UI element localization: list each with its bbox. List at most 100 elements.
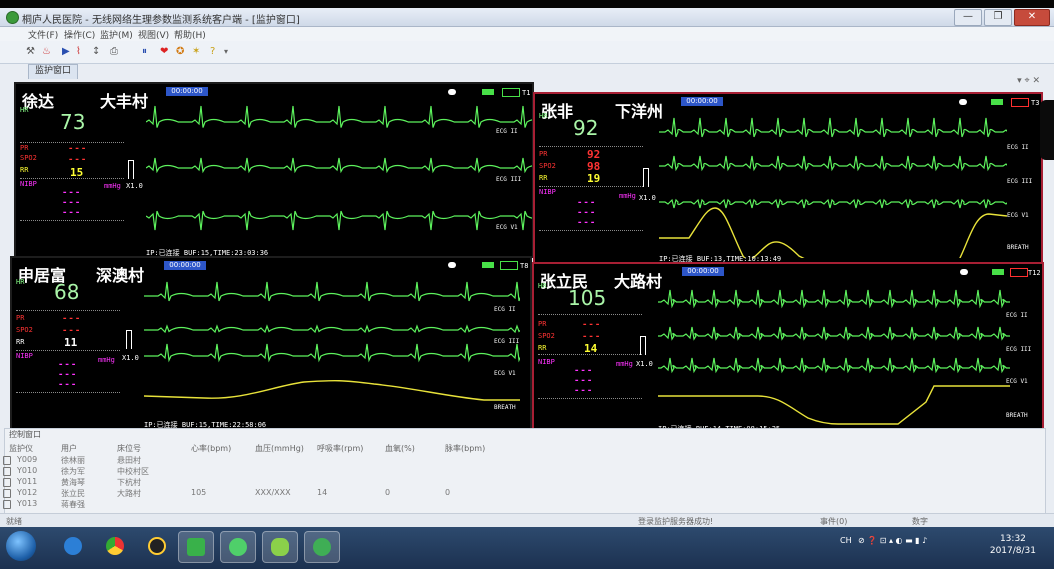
qq-task[interactable]: [140, 531, 174, 561]
menu-operate[interactable]: 操作(C): [64, 28, 95, 41]
app-task-4[interactable]: [304, 531, 340, 563]
menu-monitor[interactable]: 监护(M): [100, 28, 133, 41]
table-cell[interactable]: Y013: [17, 499, 37, 508]
start-button[interactable]: [6, 531, 36, 561]
print-icon[interactable]: ⎙: [110, 46, 118, 58]
close-button[interactable]: ✕: [1014, 9, 1050, 26]
spo2-label: SPO2: [16, 326, 33, 334]
menu-help[interactable]: 帮助(H): [174, 28, 206, 41]
table-cell[interactable]: Y012: [17, 488, 37, 497]
pause-icon[interactable]: ⏸: [142, 46, 147, 58]
hr-label: HR: [20, 106, 29, 114]
battery-icon: [502, 88, 520, 97]
table-cell[interactable]: 大路村: [117, 488, 141, 499]
menu-file[interactable]: 文件(F): [28, 28, 58, 41]
ecg-ii-wave: [659, 117, 1007, 138]
spo2-label: SPO2: [538, 332, 555, 340]
menu-view[interactable]: 视图(V): [138, 28, 169, 41]
nibp-systolic: ---: [577, 198, 597, 208]
table-cell[interactable]: 0: [385, 488, 390, 497]
col-heart-rate[interactable]: 心率(bpm): [191, 443, 231, 454]
app-task-2[interactable]: [220, 531, 256, 563]
heart-icon[interactable]: ❤: [160, 46, 168, 58]
rr-label: RR: [20, 166, 29, 174]
lead-label-ecg3: ECG III: [1006, 346, 1032, 353]
window-title: 桐庐人民医院 - 无线网络生理参数监测系统客户端 - [监护窗口]: [22, 15, 300, 26]
mmhg-unit: mmHg: [104, 182, 121, 190]
table-cell[interactable]: XXX/XXX: [255, 488, 291, 497]
tools-icon[interactable]: ⚒: [26, 46, 35, 58]
col-pulse-rate[interactable]: 脉率(bpm): [445, 443, 485, 454]
pin-icon[interactable]: ▾ ⌖ ✕: [1017, 76, 1040, 86]
table-cell[interactable]: Y009: [17, 455, 37, 464]
ecg-scale: X1.0: [636, 360, 653, 368]
lead-label-ecg2: ECG II: [494, 306, 516, 313]
star-icon[interactable]: ✪: [176, 46, 184, 58]
app-task-3[interactable]: [262, 531, 298, 563]
tray-icons[interactable]: ⊘ ❓ ⊡ ▴ ◐ ▬ ▮ ♪: [858, 536, 927, 545]
nibp-diastolic: ---: [574, 376, 594, 386]
separator: [538, 398, 642, 399]
ecg-scale-bar: [126, 330, 132, 349]
table-cell[interactable]: 徐为军: [61, 466, 85, 477]
mmhg-unit: mmHg: [98, 356, 115, 364]
minimize-button[interactable]: —: [954, 9, 982, 26]
scale-icon[interactable]: ↕: [92, 46, 100, 58]
separator: [538, 354, 642, 355]
pr-value: ---: [582, 320, 602, 330]
tab-monitor-window[interactable]: 监护窗口: [28, 64, 79, 79]
control-window: 控制窗口 监护仪 用户 床位号 心率(bpm) 血压(mmHg) 呼吸率(rpm…: [3, 428, 1046, 516]
monitor-panel-4[interactable]: 张立民 大路村 00:00:00 T12 HR 105 PR --- SPO2 …: [532, 262, 1044, 438]
monitor-panel-3[interactable]: 申居富 深澳村 00:00:00 T8 HR 68 PR --- SPO2 --…: [10, 256, 532, 432]
control-window-title: 控制窗口: [9, 430, 41, 439]
hr-value: 73: [60, 110, 86, 134]
nibp-label: NIBP: [20, 180, 37, 188]
hr-value: 92: [573, 116, 599, 140]
lead-label-ecgv1: ECG V1: [496, 224, 518, 231]
table-cell[interactable]: 14: [317, 488, 327, 497]
table-cell[interactable]: 黄海琴: [61, 477, 85, 488]
table-cell[interactable]: 中校村区: [117, 466, 149, 477]
language-indicator[interactable]: CH: [840, 536, 852, 545]
col-monitor[interactable]: 监护仪: [9, 443, 33, 454]
ecg-v1-wave: [146, 210, 532, 231]
nibp-label: NIBP: [539, 188, 556, 196]
monitor-device-icon: [3, 478, 11, 487]
media-player-task[interactable]: [56, 531, 90, 561]
battery-icon: [1010, 268, 1028, 277]
monitor-panel-2[interactable]: 张非 下洋州 00:00:00 T3 HR 92 PR 92 SPO2 98 R…: [533, 92, 1043, 264]
maximize-button[interactable]: ❐: [984, 9, 1012, 26]
app-icon: [6, 11, 19, 24]
alarm-icon[interactable]: ♨: [42, 46, 51, 58]
table-cell[interactable]: 张立民: [61, 488, 85, 499]
table-cell[interactable]: Y011: [17, 477, 37, 486]
dropdown-icon[interactable]: ▾: [224, 46, 228, 58]
col-bed[interactable]: 床位号: [117, 443, 141, 454]
settings-icon[interactable]: ✶: [192, 46, 200, 58]
toolbar: ⚒ ♨ ▶ ⌇ ↕ ⎙ ⏸ ❤ ✪ ✶ ? ▾: [0, 41, 1054, 64]
app-task-1[interactable]: [178, 531, 214, 563]
table-cell[interactable]: 徐林丽: [61, 455, 85, 466]
table-cell[interactable]: 105: [191, 488, 206, 497]
rr-label: RR: [538, 344, 547, 352]
wave-icon[interactable]: ⌇: [76, 46, 81, 58]
table-cell[interactable]: 悬田村: [117, 455, 141, 466]
play-icon[interactable]: ▶: [62, 46, 70, 58]
separator: [16, 310, 120, 311]
spo2-value: ---: [62, 326, 82, 336]
col-spo2[interactable]: 血氧(%): [385, 443, 415, 454]
lead-label-ecgv1: ECG V1: [1006, 378, 1028, 385]
col-blood-pressure[interactable]: 血压(mmHg): [255, 443, 304, 454]
col-user[interactable]: 用户: [61, 443, 77, 454]
table-cell[interactable]: 下杭村: [117, 477, 141, 488]
table-cell[interactable]: 0: [445, 488, 450, 497]
monitor-panel-1[interactable]: 徐达 大丰村 00:00:00 T1 HR 73 PR --- SPO2 ---…: [14, 82, 534, 258]
browser-task[interactable]: [98, 531, 132, 561]
col-resp-rate[interactable]: 呼吸率(rpm): [317, 443, 363, 454]
ecg-scale: X1.0: [126, 182, 143, 190]
help-icon[interactable]: ?: [210, 46, 215, 58]
clock[interactable]: 13:32 2017/8/31: [990, 533, 1036, 557]
signal-icon: [482, 262, 494, 268]
table-cell[interactable]: Y010: [17, 466, 37, 475]
table-cell[interactable]: 蒋春强: [61, 499, 85, 510]
